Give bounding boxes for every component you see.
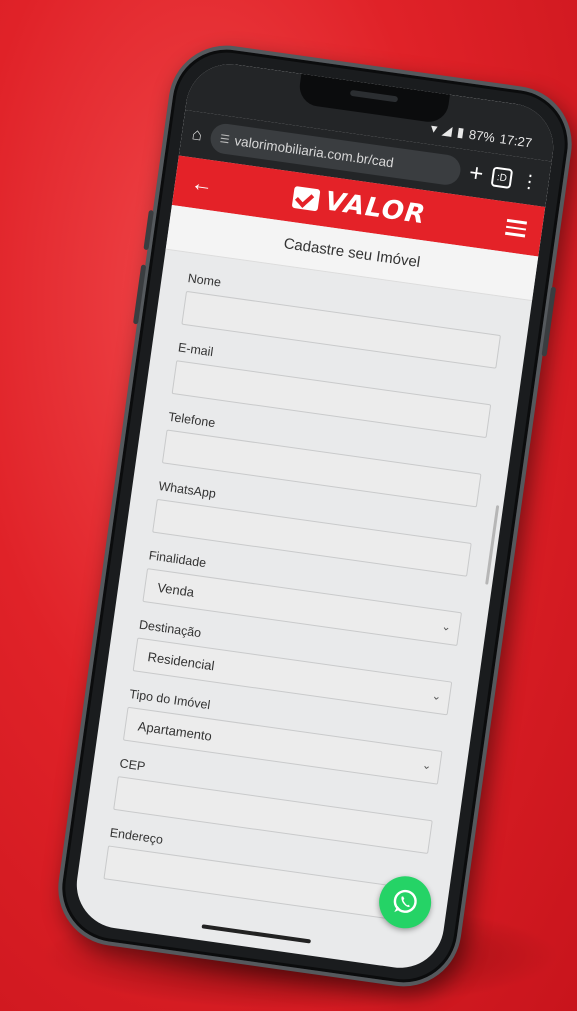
finalidade-value: Venda: [156, 579, 196, 600]
phone-screen: ▾ ◢ ▮ 87% 17:27 ⌂ ☰ valorimobiliaria.com…: [71, 58, 559, 974]
battery-level: 87%: [468, 126, 496, 145]
speaker: [349, 89, 399, 103]
tabs-switcher-icon[interactable]: :D: [490, 166, 514, 190]
site-settings-icon[interactable]: ☰: [219, 132, 231, 146]
url-text: valorimobiliaria.com.br/cad: [233, 132, 395, 170]
property-form: Nome E-mail Telefone WhatsApp Finalidade…: [78, 250, 532, 927]
notch: [297, 73, 450, 125]
more-options-icon[interactable]: ⋮: [519, 170, 540, 193]
volume-up-button: [143, 209, 154, 251]
logo-text: VALOR: [323, 186, 428, 231]
clock: 17:27: [498, 130, 534, 151]
battery-icon: ▮: [456, 124, 466, 140]
chevron-down-icon: ⌄: [421, 759, 433, 773]
status-indicators: ▾ ◢ ▮ 87% 17:27: [430, 120, 533, 150]
power-button: [541, 286, 557, 357]
home-icon[interactable]: ⌂: [191, 124, 204, 145]
phone-device: ▾ ◢ ▮ 87% 17:27 ⌂ ☰ valorimobiliaria.com…: [50, 38, 577, 994]
volume-down-button: [132, 264, 147, 325]
hamburger-menu-icon[interactable]: [505, 219, 527, 238]
wifi-icon: ▾: [429, 120, 439, 137]
tipo-imovel-value: Apartamento: [137, 717, 213, 744]
logo-check-icon: [292, 186, 321, 212]
back-arrow-icon[interactable]: ←: [189, 170, 215, 199]
home-indicator[interactable]: [201, 924, 312, 944]
new-tab-icon[interactable]: +: [467, 159, 485, 188]
destinacao-value: Residencial: [146, 648, 216, 673]
signal-icon: ◢: [441, 122, 454, 139]
whatsapp-icon: [393, 889, 417, 913]
site-logo[interactable]: VALOR: [291, 182, 428, 231]
chevron-down-icon: ⌄: [440, 620, 452, 634]
chevron-down-icon: ⌄: [431, 690, 442, 704]
